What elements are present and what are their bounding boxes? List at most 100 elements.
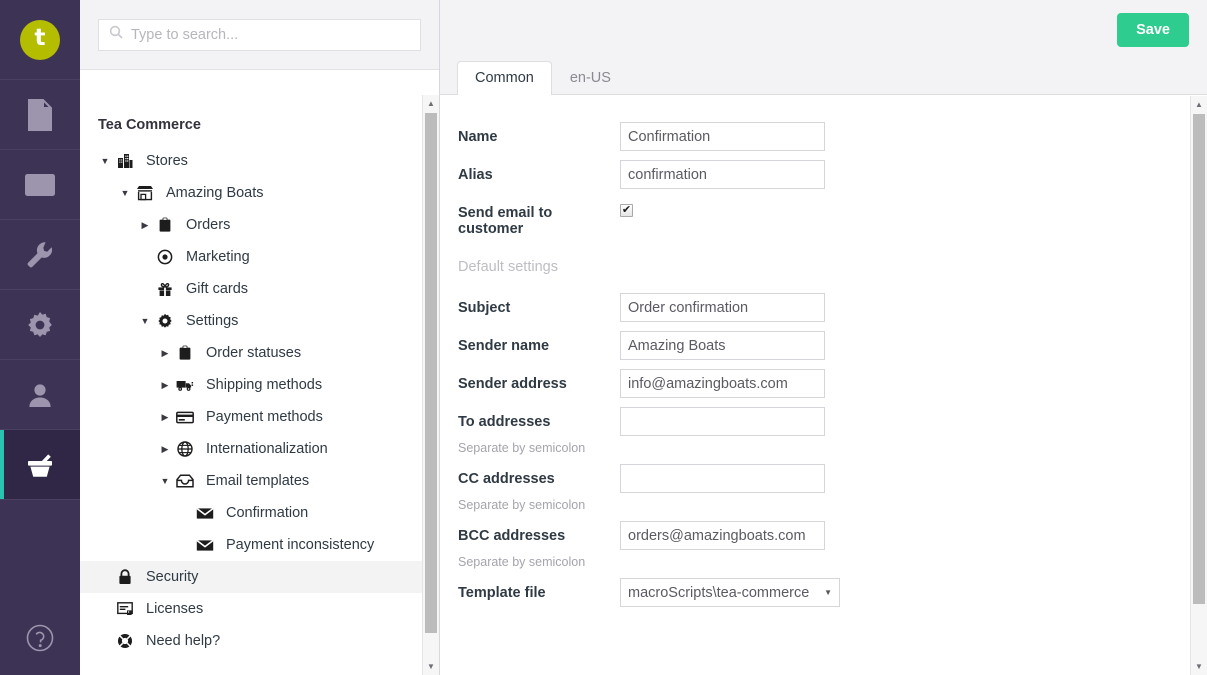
envelope-icon bbox=[192, 507, 218, 520]
tree-node-internationalization[interactable]: ▶ Internationalization bbox=[80, 433, 439, 465]
gear-icon bbox=[25, 310, 55, 340]
tree-node-stores[interactable]: ▼ Stores bbox=[80, 145, 439, 177]
target-icon bbox=[152, 249, 178, 265]
help-lifebuoy-icon bbox=[25, 623, 55, 658]
rail-item-content[interactable] bbox=[0, 80, 80, 150]
tree-node-orders[interactable]: ▶ Orders bbox=[80, 209, 439, 241]
clipboard-icon bbox=[152, 217, 178, 233]
caret-down-icon[interactable]: ▼ bbox=[158, 476, 172, 486]
tree-node-settings[interactable]: ▼ Settings bbox=[80, 305, 439, 337]
clipboard-icon bbox=[172, 345, 198, 361]
tab-bar: Common en-US bbox=[457, 61, 629, 95]
field-row-bcc-addresses: BCC addresses bbox=[440, 521, 1190, 550]
tree-node-label: Licenses bbox=[146, 601, 204, 617]
app-logo[interactable]: t bbox=[0, 0, 80, 80]
to-addresses-label: To addresses bbox=[458, 414, 551, 430]
caret-down-icon[interactable]: ▼ bbox=[98, 156, 112, 166]
tree-node-shipping-methods[interactable]: ▶ Shipping methods bbox=[80, 369, 439, 401]
tree-scroll-thumb[interactable] bbox=[425, 113, 437, 633]
search-icon bbox=[109, 25, 123, 44]
main-scroll-thumb[interactable] bbox=[1193, 114, 1205, 604]
subject-input[interactable] bbox=[620, 293, 825, 322]
tree-node-list: ▼ Stores ▼ Amazing Boats ▶ Orders Marketing Gif… bbox=[80, 145, 439, 657]
sender-name-input[interactable] bbox=[620, 331, 825, 360]
tree-node-amazing-boats[interactable]: ▼ Amazing Boats bbox=[80, 177, 439, 209]
gift-icon bbox=[152, 281, 178, 297]
bcc-addresses-label: BCC addresses bbox=[458, 528, 566, 544]
cc-addresses-label: CC addresses bbox=[458, 471, 555, 487]
search-input[interactable] bbox=[131, 26, 410, 43]
save-button[interactable]: Save bbox=[1117, 13, 1189, 47]
tree-node-label: Marketing bbox=[186, 249, 250, 265]
tree-node-label: Payment methods bbox=[206, 409, 323, 425]
tree-node-marketing[interactable]: Marketing bbox=[80, 241, 439, 273]
tree-node-payment-methods[interactable]: ▶ Payment methods bbox=[80, 401, 439, 433]
lifebuoy-icon bbox=[112, 633, 138, 649]
sender-address-input[interactable] bbox=[620, 369, 825, 398]
card-icon bbox=[172, 411, 198, 424]
main-panel: Save Common en-US Name Alias Send email bbox=[440, 0, 1207, 675]
tab-en-us[interactable]: en-US bbox=[552, 61, 629, 94]
caret-right-icon[interactable]: ▶ bbox=[158, 444, 172, 454]
app-root: t Type to search... Tea Commerce ▼ Store… bbox=[0, 0, 1207, 675]
field-row-send-email: Send email to customer ✔ bbox=[440, 198, 1190, 237]
tree-node-payment-inconsistency[interactable]: Payment inconsistency bbox=[80, 529, 439, 561]
tree-node-gift-cards[interactable]: Gift cards bbox=[80, 273, 439, 305]
main-scroll-up-arrow[interactable]: ▲ bbox=[1191, 96, 1207, 113]
buildings-icon bbox=[112, 153, 138, 169]
tree-scroll-down-arrow[interactable]: ▼ bbox=[423, 658, 439, 675]
main-scroll-down-arrow[interactable]: ▼ bbox=[1191, 658, 1207, 675]
bcc-addresses-input[interactable] bbox=[620, 521, 825, 550]
tab-common[interactable]: Common bbox=[457, 61, 552, 95]
tree-node-security[interactable]: Security bbox=[80, 561, 439, 593]
caret-down-icon[interactable]: ▼ bbox=[118, 188, 132, 198]
tree-node-email-templates[interactable]: ▼ Email templates bbox=[80, 465, 439, 497]
main-scrollbar[interactable]: ▲ ▼ bbox=[1190, 96, 1207, 675]
template-file-label: Template file bbox=[458, 585, 546, 601]
tree-node-confirmation[interactable]: Confirmation bbox=[80, 497, 439, 529]
alias-input[interactable] bbox=[620, 160, 825, 189]
rail-item-settings[interactable] bbox=[0, 220, 80, 290]
rail-item-developer[interactable] bbox=[0, 290, 80, 360]
tree-root-title: Tea Commerce bbox=[98, 117, 201, 133]
tea-commerce-logo-icon: t bbox=[20, 19, 60, 60]
media-icon bbox=[24, 172, 56, 198]
caret-right-icon[interactable]: ▶ bbox=[158, 412, 172, 422]
caret-right-icon[interactable]: ▶ bbox=[158, 380, 172, 390]
tree-scrollbar[interactable]: ▲ ▼ bbox=[422, 95, 439, 675]
user-icon bbox=[26, 381, 54, 409]
tree-node-label: Confirmation bbox=[226, 505, 309, 521]
field-row-sender-address: Sender address bbox=[440, 369, 1190, 398]
caret-right-icon[interactable]: ▶ bbox=[158, 348, 172, 358]
to-addresses-hint: Separate by semicolon bbox=[458, 441, 586, 455]
tree-node-order-statuses[interactable]: ▶ Order statuses bbox=[80, 337, 439, 369]
tree-node-label: Order statuses bbox=[206, 345, 302, 361]
tree-scroll-up-arrow[interactable]: ▲ bbox=[423, 95, 439, 112]
tree-node-label: Internationalization bbox=[206, 441, 328, 457]
rail-item-help[interactable] bbox=[0, 605, 80, 675]
name-label: Name bbox=[458, 129, 498, 145]
envelope-icon bbox=[192, 539, 218, 552]
tree-column: Tea Commerce ▼ Stores ▼ Amazing Boats ▶ Order… bbox=[80, 0, 440, 675]
to-addresses-input[interactable] bbox=[620, 407, 825, 436]
rail-item-commerce[interactable] bbox=[0, 430, 80, 500]
cc-addresses-input[interactable] bbox=[620, 464, 825, 493]
name-input[interactable] bbox=[620, 122, 825, 151]
search-box[interactable] bbox=[98, 18, 421, 51]
caret-right-icon[interactable]: ▶ bbox=[138, 220, 152, 230]
tree-node-label: Security bbox=[146, 569, 199, 585]
tree-node-licenses[interactable]: Licenses bbox=[80, 593, 439, 625]
template-file-select[interactable]: macroScripts\tea-commerce ▼ bbox=[620, 578, 840, 607]
rail-item-media[interactable] bbox=[0, 150, 80, 220]
globe-icon bbox=[172, 441, 198, 457]
tree-node-label: Gift cards bbox=[186, 281, 249, 297]
rail-item-users[interactable] bbox=[0, 360, 80, 430]
tree-node-label: Orders bbox=[186, 217, 231, 233]
cc-addresses-hint: Separate by semicolon bbox=[458, 498, 586, 512]
caret-down-icon[interactable]: ▼ bbox=[138, 316, 152, 326]
field-row-name: Name bbox=[440, 122, 1190, 151]
main-header: Save Common en-US bbox=[440, 0, 1207, 95]
tree-node-label: Stores bbox=[146, 153, 188, 169]
tree-node-need-help-[interactable]: Need help? bbox=[80, 625, 439, 657]
send-email-checkbox[interactable]: ✔ bbox=[620, 204, 633, 217]
